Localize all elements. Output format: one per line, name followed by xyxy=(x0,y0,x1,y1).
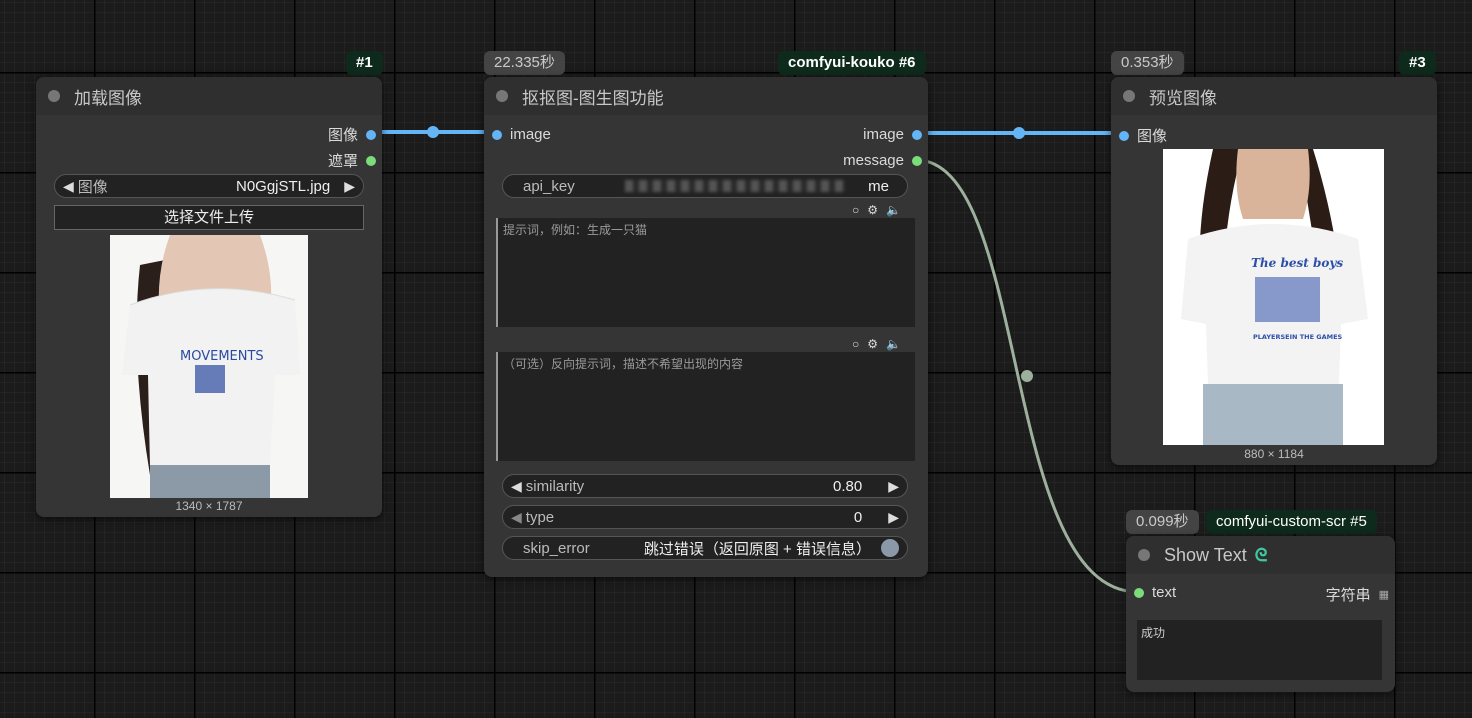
node-title-bar[interactable]: 预览图像 xyxy=(1111,77,1437,115)
node-title: 抠抠图-图生图功能 xyxy=(522,88,664,108)
image-size-label: 880 × 1184 xyxy=(1244,447,1304,461)
koukou-node[interactable]: 抠抠图-图生图功能 image image message api_key me… xyxy=(484,77,928,577)
upload-button[interactable]: 选择文件上传 xyxy=(54,205,364,230)
widget-label: api_key xyxy=(523,177,575,195)
widget-label: similarity xyxy=(525,477,585,495)
prompt-textarea[interactable]: 提示词，例如：生成一只猫 xyxy=(496,218,915,327)
widget-label: type xyxy=(525,508,555,526)
input-slot-image[interactable]: 图像 xyxy=(1119,125,1167,146)
photo-illustration: The best boys PLAYERSEIN THE GAMES xyxy=(1163,149,1384,445)
loaded-image: MOVEMENTS xyxy=(110,235,308,498)
output-slot-string[interactable]: 字符串 ▦ xyxy=(1326,584,1389,605)
output-label: 遮罩 xyxy=(327,153,358,170)
speaker-icon[interactable]: 🔈 xyxy=(886,203,901,217)
arrow-right-icon[interactable]: ▶ xyxy=(888,478,899,495)
photo-illustration: MOVEMENTS xyxy=(110,235,308,498)
show-text-node[interactable]: Show Text ᘓ text 字符串 ▦ 成功 xyxy=(1126,536,1395,692)
negative-prompt-textarea[interactable]: （可选）反向提示词，描述不希望出现的内容 xyxy=(496,352,915,461)
node-id-badge: #1 xyxy=(346,51,383,75)
node-title-bar[interactable]: 抠抠图-图生图功能 xyxy=(484,77,928,115)
prompt-toolbar: ○ ⚙ 🔈 xyxy=(852,203,901,217)
link-image-1-to-6 xyxy=(370,126,497,138)
circle-icon[interactable]: ○ xyxy=(852,203,859,217)
input-label: text xyxy=(1152,584,1177,601)
node-title-bar[interactable]: 加载图像 xyxy=(36,77,382,115)
output-label: 字符串 xyxy=(1325,587,1371,604)
output-label: 图像 xyxy=(327,127,358,144)
output-slot-mask[interactable]: 遮罩 xyxy=(328,150,376,171)
preview-image: The best boys PLAYERSEIN THE GAMES xyxy=(1163,149,1384,445)
node-title: 预览图像 xyxy=(1149,88,1217,108)
widget-value: N0GgjSTL.jpg xyxy=(236,177,331,195)
input-label: image xyxy=(510,126,551,143)
speaker-icon[interactable]: 🔈 xyxy=(886,337,901,351)
circle-icon[interactable]: ○ xyxy=(852,337,859,351)
preview-image-node[interactable]: 预览图像 图像 The best boys PLAYERSEIN THE GAM… xyxy=(1111,77,1437,465)
widget-label: 图像 xyxy=(77,178,108,196)
slot-dot-icon[interactable] xyxy=(492,129,502,140)
type-widget[interactable]: ◀ type 0 ▶ xyxy=(502,505,908,529)
arrow-left-icon[interactable]: ◀ xyxy=(511,478,522,495)
shirt-print-text: MOVEMENTS xyxy=(180,349,264,364)
similarity-widget[interactable]: ◀ similarity 0.80 ▶ xyxy=(502,474,908,498)
node-title: Show Text xyxy=(1164,544,1247,565)
load-image-node[interactable]: 加载图像 图像 遮罩 ◀ 图像 N0GgjSTL.jpg ▶ 选择文件上传 MO… xyxy=(36,77,382,517)
slot-dot-icon[interactable] xyxy=(912,155,922,166)
shirt-print-text: The best boys xyxy=(1251,256,1343,270)
output-label: image xyxy=(863,126,904,143)
node-title-bar[interactable]: Show Text ᘓ xyxy=(1126,536,1395,574)
slot-dot-icon[interactable] xyxy=(1119,130,1129,141)
collapse-dot-icon[interactable] xyxy=(1138,549,1150,561)
output-slot-image[interactable]: 图像 xyxy=(328,124,376,145)
node-id-badge: comfyui-custom-scr #5 xyxy=(1206,510,1377,534)
input-slot-image[interactable]: image xyxy=(492,126,551,143)
widget-label: skip_error xyxy=(523,539,590,557)
link-logo-icon: ᘓ xyxy=(1254,544,1268,565)
node-title: 加载图像 xyxy=(74,88,142,108)
slot-dot-icon[interactable] xyxy=(366,129,376,140)
widget-value: 0.80 xyxy=(833,477,863,495)
skip-error-toggle[interactable]: skip_error 跳过错误（返回原图 + 错误信息） xyxy=(502,536,908,560)
execution-time-badge: 0.353秒 xyxy=(1111,51,1184,75)
collapse-dot-icon[interactable] xyxy=(496,90,508,102)
redacted-value xyxy=(624,180,845,192)
output-slot-image[interactable]: image xyxy=(863,126,922,143)
widget-value: me xyxy=(868,177,889,195)
node-id-badge: #3 xyxy=(1399,51,1436,75)
arrow-left-icon[interactable]: ◀ xyxy=(63,178,74,195)
output-label: message xyxy=(843,152,904,169)
output-slot-message[interactable]: message xyxy=(843,152,922,169)
slot-dot-icon[interactable] xyxy=(1134,587,1144,598)
shirt-print-text: PLAYERSEIN THE GAMES xyxy=(1253,333,1343,341)
input-slot-text[interactable]: text xyxy=(1134,584,1176,601)
text-output-area[interactable]: 成功 xyxy=(1137,620,1382,680)
api-key-widget[interactable]: api_key me xyxy=(502,174,908,198)
gear-icon[interactable]: ⚙ xyxy=(867,203,878,217)
arrow-right-icon[interactable]: ▶ xyxy=(344,178,355,195)
arrow-left-icon[interactable]: ◀ xyxy=(511,509,522,526)
link-message-6-to-5 xyxy=(915,158,1139,594)
negative-prompt-toolbar: ○ ⚙ 🔈 xyxy=(852,337,901,351)
widget-value: 跳过错误（返回原图 + 错误信息） xyxy=(643,540,871,558)
input-label: 图像 xyxy=(1137,128,1168,145)
slot-dot-icon[interactable] xyxy=(366,155,376,166)
execution-time-badge: 0.099秒 xyxy=(1126,510,1199,534)
image-size-label: 1340 × 1787 xyxy=(175,499,243,513)
toggle-knob-icon[interactable] xyxy=(881,539,899,557)
node-id-badge: comfyui-kouko #6 xyxy=(778,51,926,75)
link-image-6-to-3 xyxy=(916,127,1124,139)
arrow-right-icon[interactable]: ▶ xyxy=(888,509,899,526)
slot-dot-icon[interactable] xyxy=(912,129,922,140)
widget-value: 0 xyxy=(853,508,863,526)
gear-icon[interactable]: ⚙ xyxy=(867,337,878,351)
execution-time-badge: 22.335秒 xyxy=(484,51,565,75)
image-combo-widget[interactable]: ◀ 图像 N0GgjSTL.jpg ▶ xyxy=(54,174,364,198)
collapse-dot-icon[interactable] xyxy=(48,90,60,102)
grid-icon[interactable]: ▦ xyxy=(1379,588,1389,601)
collapse-dot-icon[interactable] xyxy=(1123,90,1135,102)
